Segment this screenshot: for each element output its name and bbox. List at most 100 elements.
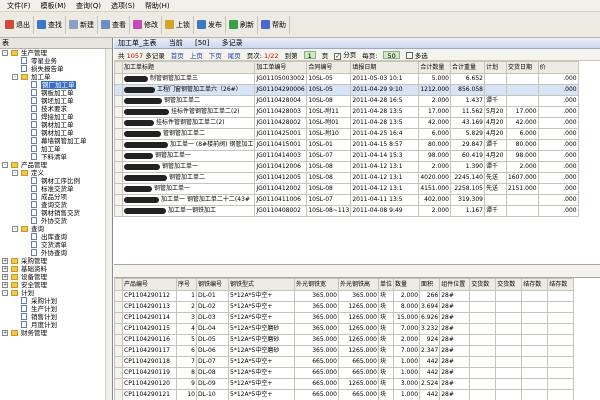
collapse-icon[interactable]: - (12, 74, 18, 80)
table-cell[interactable]: 2011-04-12 13:1 (350, 183, 420, 195)
table-cell[interactable]: CP1104290118 (122, 356, 177, 368)
column-header[interactable]: 交货数 (469, 278, 497, 291)
table-cell[interactable] (505, 73, 539, 85)
tree-item[interactable]: 下料清单 (0, 153, 112, 161)
table-cell[interactable]: DL-10 (196, 389, 229, 400)
table-cell[interactable] (495, 334, 523, 346)
column-header[interactable]: 面积 (419, 278, 441, 291)
column-header[interactable]: 交货数 (495, 278, 523, 291)
table-cell[interactable]: 5 (176, 334, 197, 346)
table-cell[interactable]: JG0110408002 (254, 205, 308, 217)
table-cell[interactable]: DL-09 (196, 378, 229, 390)
table-cell[interactable]: CP1104290116 (122, 334, 177, 346)
collapse-icon[interactable]: - (12, 170, 18, 176)
table-cell[interactable]: 98.000 (505, 150, 539, 162)
menu-item-0[interactable]: 文件(F) (2, 0, 36, 12)
tree-item[interactable]: 加工单 (0, 145, 112, 153)
table-cell[interactable]: CP1104290114 (122, 312, 177, 324)
table-cell[interactable]: 谭千 (483, 139, 507, 151)
table-cell[interactable] (547, 389, 575, 400)
table-row[interactable]: 钢管加工单二 JG0110412005 10SL-08 2011-04-12 13:1… (114, 172, 579, 184)
table-cell[interactable] (521, 378, 549, 390)
tree-item[interactable]: 生产计划 (0, 305, 112, 313)
table-cell[interactable]: 1212.000 (418, 84, 451, 96)
table-cell[interactable] (469, 301, 497, 313)
table-cell[interactable]: 挂标件管钢管加工单二(2) (121, 117, 256, 129)
table-cell[interactable] (495, 301, 523, 313)
table-cell[interactable]: 2011-04-15 8:57 (350, 139, 420, 151)
menu-item-4[interactable]: 帮助(H) (140, 0, 175, 12)
table-cell[interactable]: 442 (419, 356, 441, 368)
table-cell[interactable]: 块 (377, 356, 395, 368)
table-cell[interactable]: 665.000 (294, 389, 339, 400)
table-cell[interactable]: 1265.000 (338, 345, 379, 357)
table-cell[interactable]: 4月20 (483, 128, 507, 140)
table-cell[interactable]: 1.390 (449, 161, 485, 173)
column-header[interactable]: 钢铁编号 (196, 278, 229, 291)
tree-item[interactable]: 技术要求 (0, 105, 112, 113)
table-cell[interactable]: 管钢管加工单二 (121, 128, 256, 140)
column-header[interactable]: 价 (537, 61, 579, 74)
table-cell[interactable]: 442 (419, 389, 441, 400)
table-cell[interactable]: 加工单一 钢管加工单二十二(43# (121, 194, 256, 206)
table-cell[interactable]: .000 (537, 128, 579, 140)
tree-item[interactable]: + 安全管理 (0, 281, 112, 289)
table-cell[interactable]: 2011-04-28 16:5 (350, 95, 420, 107)
column-header[interactable]: 合计重量 (449, 61, 485, 74)
collapse-icon[interactable]: - (12, 226, 18, 232)
table-row[interactable]: 钢管加工单一 JG0110412006 10SL-08 2011-04-12 13:1… (114, 161, 579, 173)
table-cell[interactable]: 5*12A*5中空+ (228, 378, 295, 390)
table-cell[interactable]: 6.926 (419, 312, 441, 324)
table-cell[interactable]: JG0110425001 (254, 128, 308, 140)
table-cell[interactable] (469, 312, 497, 324)
table-cell[interactable]: 2.000 (393, 334, 421, 346)
table-cell[interactable]: 365.000 (294, 301, 339, 313)
toolbar-button-6[interactable]: 发布 (194, 15, 226, 34)
multi-select-toggle[interactable]: 多选 (405, 50, 428, 60)
table-cell[interactable]: 块 (377, 345, 395, 357)
column-header[interactable]: 外光钢铁高 (338, 278, 379, 291)
table-cell[interactable]: 28# (439, 345, 471, 357)
table-cell[interactable]: 3.694 (419, 301, 441, 313)
table-cell[interactable]: 15.000 (393, 312, 421, 324)
table-cell[interactable]: 1265.000 (338, 301, 379, 313)
table-cell[interactable]: .000 (537, 117, 579, 129)
tree-item[interactable]: + 财务管理 (0, 329, 112, 337)
table-cell[interactable]: 制管钢管加工单三 (121, 73, 256, 85)
table-cell[interactable]: 10 (176, 389, 197, 400)
table-cell[interactable] (521, 312, 549, 324)
table-cell[interactable]: .000 (537, 139, 579, 151)
tree-item[interactable]: + 采购管理 (0, 257, 112, 265)
expand-icon[interactable]: + (2, 258, 8, 264)
column-header[interactable]: 序号 (176, 278, 197, 291)
table-cell[interactable] (547, 334, 575, 346)
table-cell[interactable] (495, 312, 523, 324)
table-cell[interactable]: 1265.000 (338, 334, 379, 346)
table-cell[interactable]: 2011-04-28 13:5 (350, 117, 420, 129)
toolbar-button-1[interactable]: 查找 (34, 15, 66, 34)
table-cell[interactable] (505, 84, 539, 96)
tree-item[interactable]: 交货清单 (0, 241, 112, 249)
table-cell[interactable] (547, 378, 575, 390)
table-cell[interactable]: DL-06 (196, 345, 229, 357)
table-cell[interactable]: 2258.105 (449, 183, 485, 195)
table-cell[interactable]: JG0110412006 (254, 161, 308, 173)
table-cell[interactable] (521, 356, 549, 368)
table-cell[interactable]: 98.000 (418, 150, 451, 162)
table-cell[interactable]: JG0110412005 (254, 172, 308, 184)
table-cell[interactable]: 2011-04-28 13:5 (350, 106, 420, 118)
column-header[interactable]: 计划 (483, 61, 507, 74)
first-page-link[interactable]: 首页 (171, 50, 184, 60)
table-cell[interactable] (521, 301, 549, 313)
table-cell[interactable]: 365.000 (294, 290, 339, 302)
table-cell[interactable]: 42.000 (418, 117, 451, 129)
table-cell[interactable]: .000 (537, 194, 579, 206)
table-cell[interactable]: 2011-04-11 13:5 (350, 194, 420, 206)
column-header[interactable]: 填报日期 (350, 61, 420, 74)
table-cell[interactable] (521, 323, 549, 335)
table-cell[interactable]: 2011-05-03 10:1 (350, 73, 420, 85)
table-row[interactable]: 管钢管加工单二 JG0110425001 10SL-附10 2011-04-25 16… (114, 128, 579, 140)
tree-item[interactable]: - 计划 (0, 289, 112, 297)
split-toggle[interactable]: ✓ 分页 (334, 49, 356, 60)
table-cell[interactable]: 8 (176, 367, 197, 379)
